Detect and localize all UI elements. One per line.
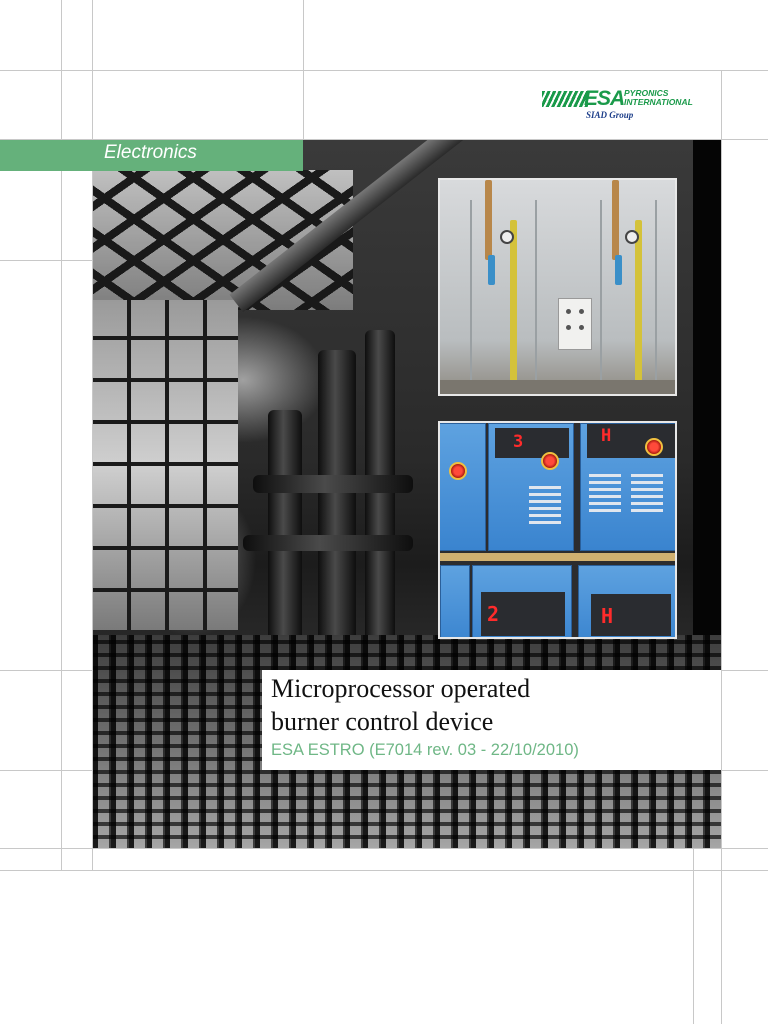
grid-line-horizontal: [0, 870, 768, 871]
photo-floor: [440, 380, 675, 394]
control-units-photo: 3 H 2 H: [438, 421, 677, 639]
grid-line-horizontal: [0, 70, 768, 71]
pipe-copper: [485, 180, 492, 260]
logo-esa-text: ESA: [584, 87, 625, 110]
pressure-gauge-icon: [500, 230, 514, 244]
control-box-button: [566, 325, 571, 330]
led-display: H: [601, 604, 614, 628]
logo-pyronics-line2: INTERNATIONAL: [624, 97, 693, 107]
grid-line-vertical: [693, 848, 694, 1024]
panel-seam: [655, 200, 657, 380]
control-box: [558, 298, 592, 350]
unit-display-panel: H: [591, 594, 671, 636]
hero-pipe: [253, 475, 413, 493]
logo-pyronics-text: PYRONICS INTERNATIONAL: [624, 89, 693, 107]
unit-display-panel: H: [587, 424, 675, 458]
hero-shadow: [693, 140, 721, 670]
reset-button-icon: [541, 452, 559, 470]
logo-group-text: SIAD Group: [586, 110, 634, 120]
pressure-gauge-icon: [625, 230, 639, 244]
led-display: 2: [487, 602, 500, 626]
hero-pipe: [268, 410, 302, 650]
control-box-button: [579, 325, 584, 330]
grid-line-horizontal: [0, 848, 768, 849]
control-unit: 2: [472, 565, 572, 637]
unit-display-panel: 2: [481, 592, 565, 636]
rack-shelf: [440, 553, 675, 561]
reset-button-icon: [645, 438, 663, 456]
gas-train-photo: [438, 178, 677, 396]
panel-seam: [535, 200, 537, 380]
control-unit: H: [578, 565, 675, 637]
reset-button-icon: [449, 462, 467, 480]
grid-line-vertical: [61, 0, 62, 870]
control-unit: H: [580, 423, 675, 551]
pipe-blue: [615, 255, 622, 285]
hero-pipe: [318, 350, 356, 640]
pipe-copper: [612, 180, 619, 260]
control-box-button: [566, 309, 571, 314]
grid-line-vertical: [721, 70, 722, 1024]
logo-stripes-icon: [542, 91, 588, 107]
unit-label-lines: [589, 474, 621, 514]
control-unit: [440, 423, 486, 551]
control-unit: 3: [488, 423, 574, 551]
category-label: Electronics: [104, 142, 197, 163]
led-display: 3: [513, 432, 524, 452]
hero-window: [93, 300, 238, 630]
control-unit: [440, 565, 470, 637]
led-display: H: [601, 426, 612, 446]
control-box-button: [579, 309, 584, 314]
panel-seam: [600, 200, 602, 380]
pipe-yellow: [510, 220, 517, 390]
panel-seam: [470, 200, 472, 380]
unit-label-lines: [529, 486, 561, 526]
document-title-line2: burner control device: [271, 707, 494, 736]
document-title-line1: Microprocessor operated: [271, 674, 531, 703]
unit-display-panel: 3: [495, 428, 569, 458]
pipe-yellow: [635, 220, 642, 390]
company-logo: ESA PYRONICS INTERNATIONAL SIAD Group: [542, 87, 702, 122]
document-subtitle: ESA ESTRO (E7014 rev. 03 - 22/10/2010): [271, 741, 579, 759]
pipe-blue: [488, 255, 495, 285]
unit-label-lines: [631, 474, 663, 514]
hero-pipe: [243, 535, 413, 551]
